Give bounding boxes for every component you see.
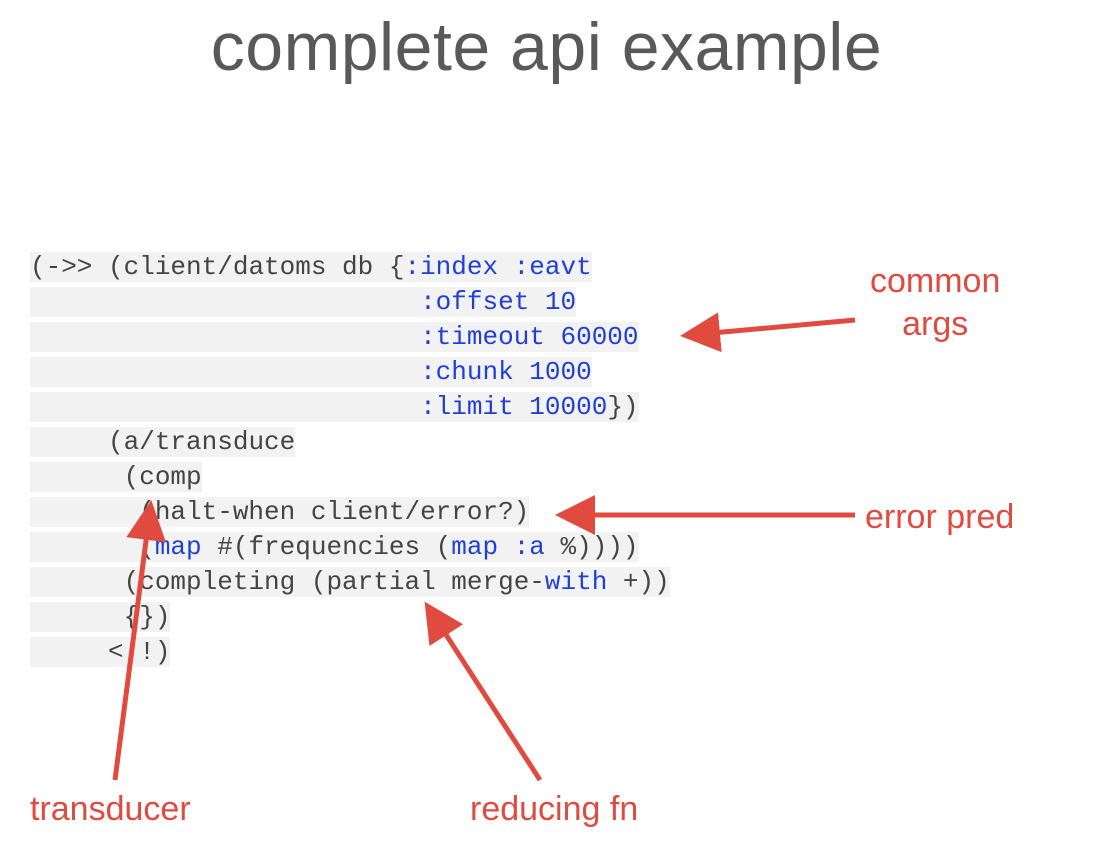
code-token: ( [139,532,155,562]
slide: complete api example (->> (client/datoms… [0,0,1093,858]
code-keyword: :offset 10 [420,287,576,317]
code-keyword: map :a [451,532,545,562]
code-line-8: (map #(frequencies (map :a %)))) [30,532,639,562]
annotation-common-args: common args [870,260,1000,345]
code-token: #(frequencies ( [202,532,452,562]
slide-title: complete api example [0,8,1093,86]
code-token: %)))) [545,532,639,562]
code-line-6: (comp [30,462,202,492]
code-token: <!!) [108,637,170,667]
code-keyword: :timeout 60000 [420,322,638,352]
code-line-7: (halt-when client/error?) [30,497,529,527]
code-line-2: :timeout 60000 [30,322,639,352]
arrow-common-args [690,320,855,335]
code-line-5: (a/transduce [30,427,295,457]
code-token: (halt-when client/error?) [139,497,529,527]
code-line-0: (->> (client/datoms db {:index :eavt [30,252,592,282]
code-token: (->> [30,252,108,282]
code-block: (->> (client/datoms db {:index :eavt :of… [30,250,670,670]
code-keyword: :chunk 1000 [420,357,592,387]
annotation-transducer: transducer [30,788,191,831]
code-keyword: with [545,567,607,597]
code-keyword: :index :eavt [404,252,591,282]
code-keyword: :limit 10000 [420,392,607,422]
code-line-1: :offset 10 [30,287,576,317]
annotation-error-pred: error pred [865,496,1014,539]
code-line-11: <!!) [30,637,170,667]
code-token: (client/datoms db { [108,252,404,282]
annotation-reducing-fn: reducing fn [470,788,638,831]
code-line-3: :chunk 1000 [30,357,592,387]
code-line-10: {}) [30,602,170,632]
code-line-4: :limit 10000}) [30,392,639,422]
code-token: (completing (partial merge- [124,567,545,597]
code-keyword: map [155,532,202,562]
code-token: (a/transduce [108,427,295,457]
code-token: {}) [124,602,171,632]
code-line-9: (completing (partial merge-with +)) [30,567,670,597]
code-token: (comp [124,462,202,492]
code-token: +)) [607,567,669,597]
code-token: }) [607,392,638,422]
